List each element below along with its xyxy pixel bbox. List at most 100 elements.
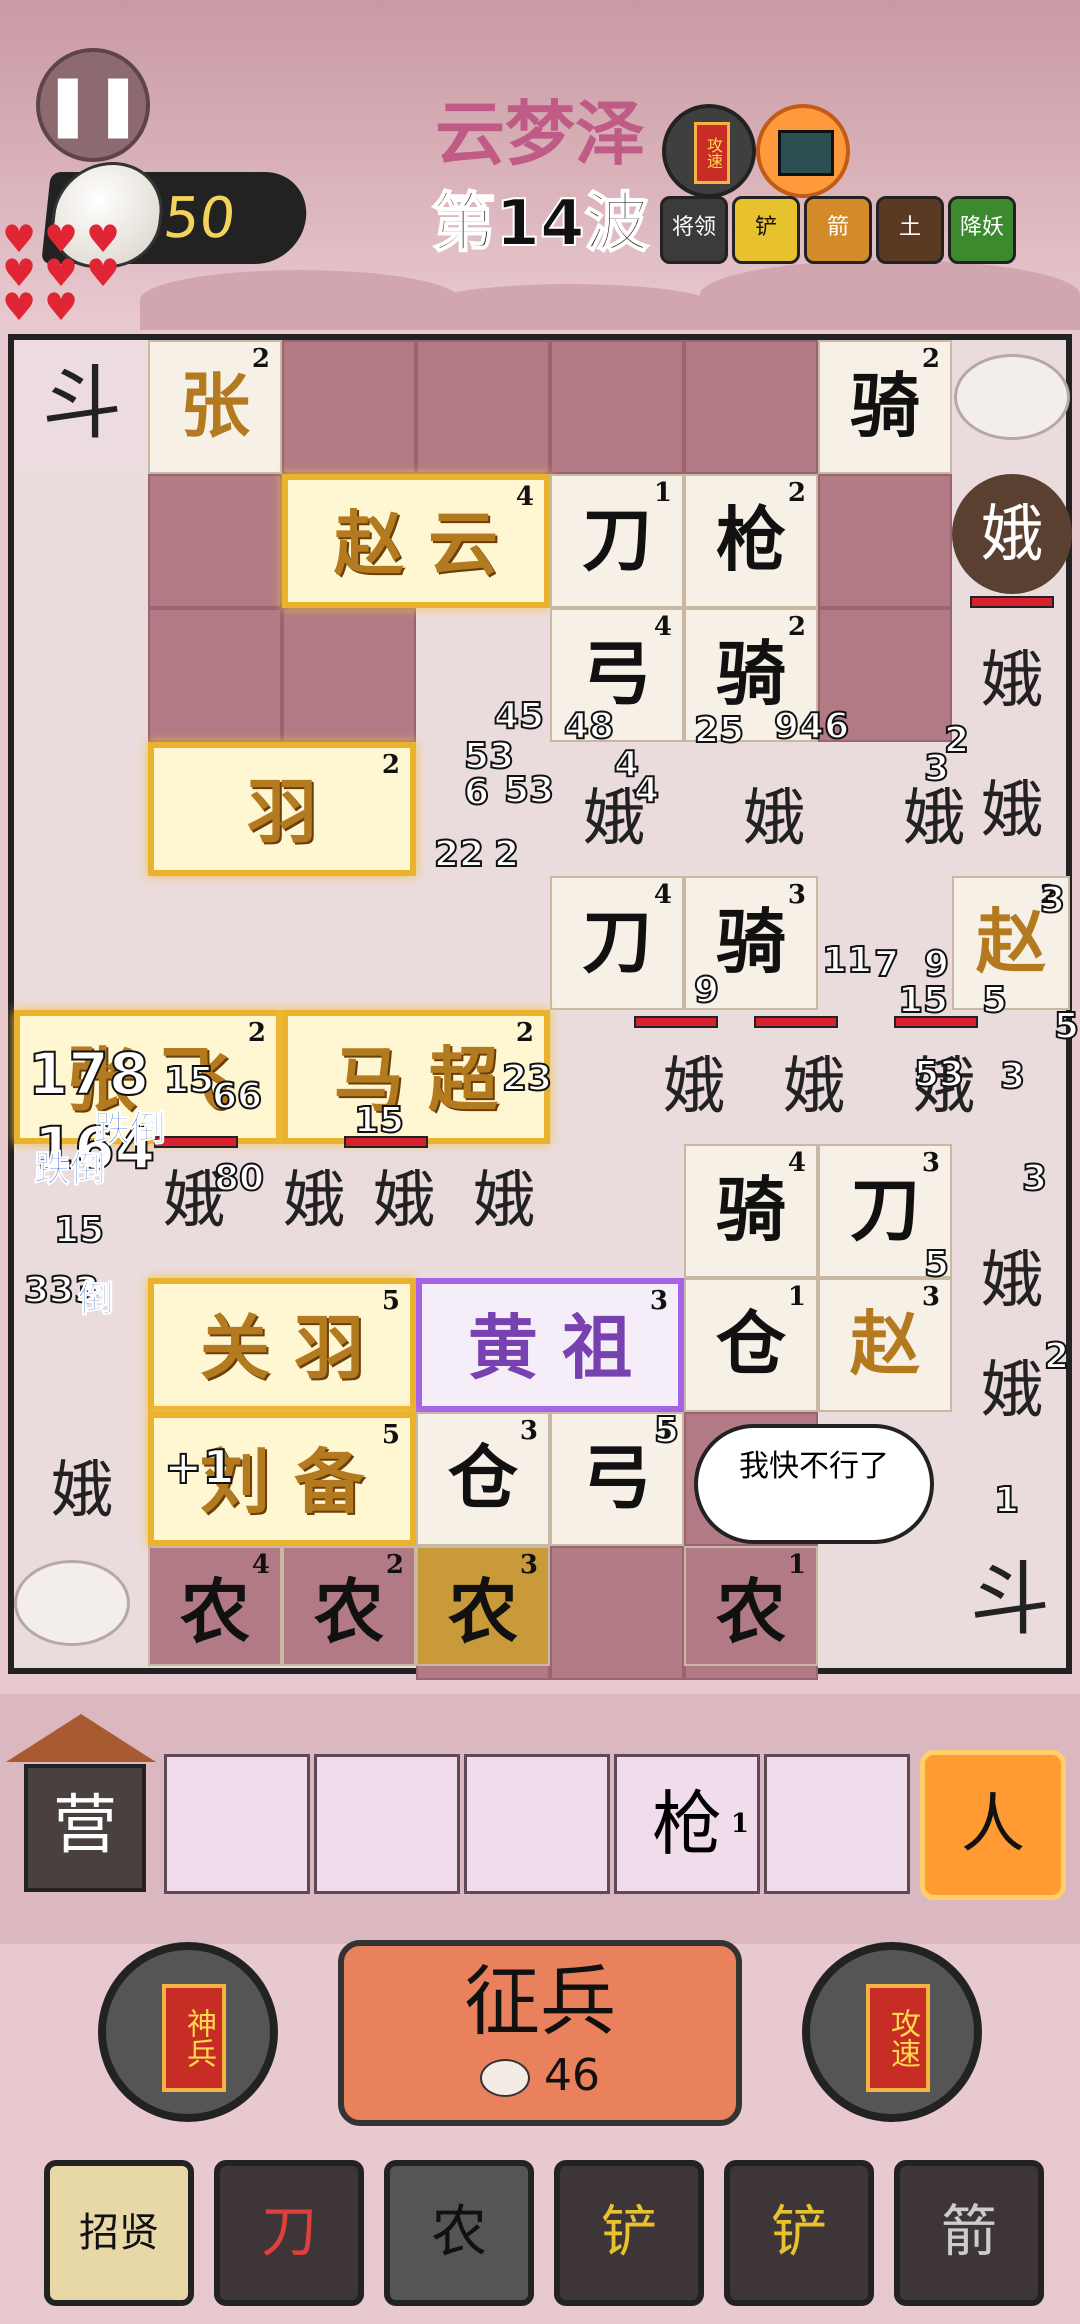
recruit-label: 征兵	[464, 1957, 616, 2046]
heart-icon: ♥	[2, 285, 37, 329]
golden-shovel-tool[interactable]: 铲	[724, 2160, 874, 2306]
enemy[interactable]: 娥	[634, 1026, 754, 1146]
farmer-tool[interactable]: 农	[384, 2160, 534, 2306]
enemy-hp-bar	[154, 1136, 238, 1148]
damage-number: 3	[1039, 879, 1066, 922]
damage-number: 23	[501, 1057, 553, 1100]
recruit-button[interactable]: 征兵 46	[338, 1940, 742, 2126]
unit-farmer[interactable]: 农 4	[148, 1546, 282, 1666]
status-tag: 倒	[77, 1279, 115, 1321]
item-box-button[interactable]	[756, 104, 850, 198]
damage-number: 48	[563, 705, 615, 748]
unit-blade[interactable]: 刀 4	[550, 876, 684, 1010]
skill-arrows[interactable]: 箭	[804, 196, 872, 264]
damage-number: 25	[693, 709, 745, 752]
damage-number: 5	[653, 1409, 680, 1452]
damage-number: 178	[27, 1039, 150, 1109]
enemy[interactable]: 娥	[952, 1220, 1072, 1340]
damage-number: 9	[693, 969, 720, 1012]
damage-number: 3	[1021, 1157, 1048, 1200]
attack-speed-upgrade-button[interactable]: 攻速	[802, 1942, 982, 2122]
damage-number: 22	[433, 833, 485, 876]
spawn-marker: 斗	[42, 357, 122, 450]
attack-speed-button[interactable]: 攻速	[662, 104, 756, 198]
damage-number: 9	[923, 943, 950, 986]
heart-icon: ♥	[44, 285, 79, 329]
enemy[interactable]: 娥	[22, 1430, 142, 1550]
enemy[interactable]: 娥	[714, 758, 834, 878]
arrow-volley-tool[interactable]: 箭	[894, 2160, 1044, 2306]
skill-earth[interactable]: 土	[876, 196, 944, 264]
bench-slot-spear[interactable]: 枪1	[614, 1754, 760, 1894]
damage-number: 15	[897, 979, 949, 1022]
unit-granary[interactable]: 仓 3	[416, 1412, 550, 1546]
wave-label: 第14波	[430, 186, 649, 262]
camp-building[interactable]: 营	[6, 1714, 156, 1892]
bench-slot[interactable]	[314, 1754, 460, 1894]
skill-general[interactable]: 将领	[660, 196, 728, 264]
enemy[interactable]: 娥	[444, 1140, 564, 1260]
unit-zhao-yun[interactable]: 赵 云 4	[282, 474, 550, 608]
speech-bubble: 我快不行了	[694, 1424, 934, 1544]
video-ad-unit-button[interactable]: 人	[920, 1750, 1066, 1900]
enemy[interactable]: 娥	[952, 620, 1072, 740]
unit-farmer[interactable]: 农 3	[416, 1546, 550, 1666]
game-board: 张 2 骑 2 赵 云 4 刀 1 枪 2 弓 4 骑 2 羽 2 刀 4 骑 …	[8, 334, 1080, 1680]
damage-number: 2	[493, 833, 520, 876]
enemy-hp-bar	[970, 596, 1054, 608]
unit-cavalry[interactable]: 骑 2	[818, 340, 952, 474]
bench-slot[interactable]	[464, 1754, 610, 1894]
unit-cavalry[interactable]: 骑 4	[684, 1144, 818, 1278]
level-title: 云梦泽	[435, 92, 645, 175]
divine-weapon-card-icon: 神兵	[162, 1984, 226, 2092]
damage-number: 5	[1053, 1005, 1080, 1048]
unit-farmer[interactable]: 农 2	[282, 1546, 416, 1666]
item-box-icon	[778, 130, 834, 176]
damage-number: 4	[633, 769, 660, 812]
shovel-tool[interactable]: 铲	[554, 2160, 704, 2306]
unit-guan-yu-partial[interactable]: 羽 2	[148, 742, 416, 876]
plus-one-popup: +1	[163, 1439, 236, 1495]
cloud-decoration	[14, 1560, 130, 1646]
camp-label: 营	[24, 1764, 146, 1892]
enemy-boss[interactable]: 娥	[952, 474, 1072, 594]
damage-number: 6	[463, 771, 490, 814]
enemy-hp-bar	[634, 1016, 718, 1028]
damage-number: 80	[213, 1157, 265, 1200]
divine-weapon-button[interactable]: 神兵	[98, 1942, 278, 2122]
skill-shovel[interactable]: 铲	[732, 196, 800, 264]
skill-subdue-demon[interactable]: 降妖	[948, 196, 1016, 264]
damage-number: 15	[353, 1099, 405, 1142]
blade-upgrade-tool[interactable]: 刀	[214, 2160, 364, 2306]
unit-spear[interactable]: 枪 2	[684, 474, 818, 608]
bun-icon	[480, 2059, 530, 2097]
pause-button[interactable]: ❚❚	[36, 48, 150, 162]
damage-number: 15	[163, 1059, 215, 1102]
unit-zhao[interactable]: 赵 3	[818, 1278, 952, 1412]
status-tag: 跌倒	[33, 1149, 107, 1191]
unit-farmer[interactable]: 农 1	[684, 1546, 818, 1666]
damage-number: 946	[773, 705, 850, 748]
damage-number: 66	[211, 1075, 263, 1118]
goal-marker: 斗	[970, 1553, 1050, 1646]
damage-number: 5	[923, 1243, 950, 1286]
damage-number: 1	[993, 1479, 1020, 1522]
bench-slot[interactable]	[164, 1754, 310, 1894]
damage-number: 7	[873, 943, 900, 986]
cloud-decoration	[954, 354, 1070, 440]
unit-guan-yu[interactable]: 关 羽 5	[148, 1278, 416, 1412]
unit-granary[interactable]: 仓 1	[684, 1278, 818, 1412]
bench-slot[interactable]	[764, 1754, 910, 1894]
heart-icon: ♥	[86, 251, 121, 295]
recruit-talent-tool[interactable]: 招贤	[44, 2160, 194, 2306]
damage-number: 11	[821, 939, 873, 982]
recruit-cost: 46	[344, 2050, 736, 2101]
money-value: 50	[160, 186, 239, 251]
unit-blade[interactable]: 刀 1	[550, 474, 684, 608]
unit-huang-zu[interactable]: 黄 祖 3	[416, 1278, 684, 1412]
lives-hearts: ♥ ♥ ♥ ♥ ♥ ♥ ♥ ♥	[0, 220, 140, 329]
damage-number: 53	[913, 1053, 965, 1096]
damage-number: 15	[53, 1209, 105, 1252]
enemy[interactable]: 娥	[754, 1026, 874, 1146]
unit-zhang[interactable]: 张 2	[148, 340, 282, 474]
